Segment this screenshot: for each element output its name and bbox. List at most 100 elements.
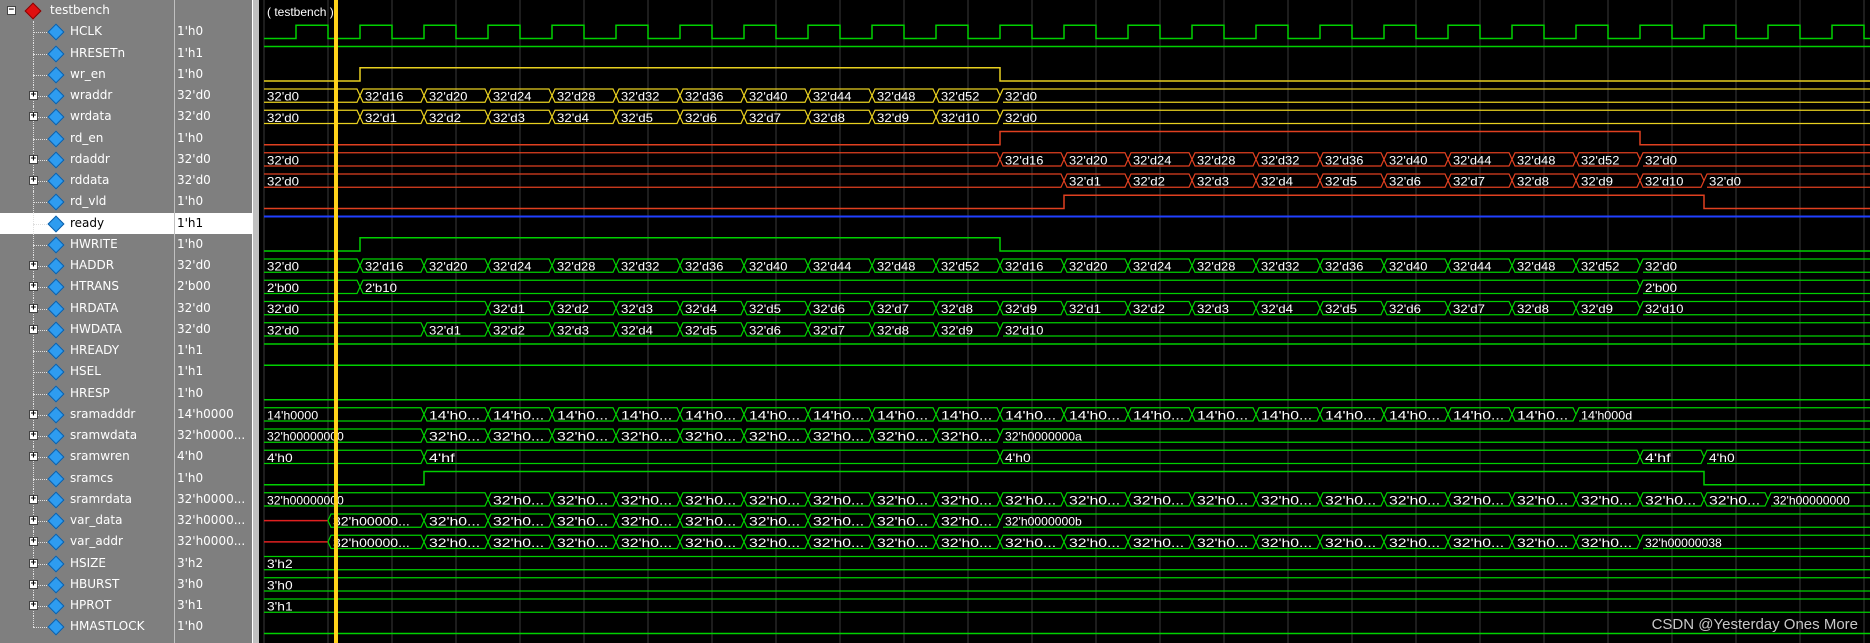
signal-value-rddata[interactable]: 32'd0 (175, 170, 252, 191)
signal-row-sramadddr[interactable]: + sramadddr (0, 403, 174, 425)
signal-row-sramrdata[interactable]: + sramrdata (0, 488, 174, 510)
signal-value-sramrdata[interactable]: 32'h0000... (175, 489, 252, 510)
signal-row-rddata[interactable]: + rddata (0, 170, 174, 192)
bus-value-label: 32'd9 (1581, 302, 1613, 316)
signal-value-hrdata[interactable]: 32'd0 (175, 298, 252, 319)
waveform-canvas[interactable]: ( testbench ) 32'd0 32'd16 32'd20 32'd24 32'd… (259, 0, 1870, 643)
tree-line (33, 351, 49, 352)
signal-row-htrans[interactable]: + HTRANS (0, 276, 174, 298)
signal-row-hmastlock[interactable]: HMASTLOCK (0, 616, 174, 637)
signal-row-var_data[interactable]: + var_data (0, 510, 174, 532)
signal-row-hburst[interactable]: + HBURST (0, 573, 174, 595)
waveform-pane[interactable]: ( testbench ) 32'd0 32'd16 32'd20 32'd24 32'd… (259, 0, 1870, 643)
expand-icon[interactable]: + (29, 494, 38, 504)
bus-value-label: 32'd24 (493, 260, 532, 274)
bus-value-label: 32'h0... (621, 536, 672, 550)
expand-icon[interactable]: + (29, 303, 38, 313)
expand-icon[interactable]: + (29, 282, 38, 292)
expand-icon[interactable]: + (29, 176, 38, 185)
signal-value-rd_en[interactable]: 1'h0 (175, 128, 252, 149)
signal-value-sramadddr[interactable]: 14'h0000 (175, 404, 252, 425)
signal-row-rd_vld[interactable]: rd_vld (0, 191, 174, 213)
signal-row-hsize[interactable]: + HSIZE (0, 552, 174, 574)
signal-value-var_addr[interactable]: 32'h0000... (175, 531, 252, 552)
signal-row-ready[interactable]: ready (0, 212, 174, 234)
expand-icon[interactable]: + (29, 579, 38, 589)
expand-icon[interactable]: + (29, 431, 38, 440)
signal-value-hsize[interactable]: 3'h2 (175, 553, 252, 574)
signal-row-var_addr[interactable]: + var_addr (0, 531, 174, 553)
bus-value-label: 32'h0... (877, 536, 928, 550)
bus-value-label: 32'd28 (1197, 153, 1236, 167)
signal-value-wrdata[interactable]: 32'd0 (175, 106, 252, 127)
bus-value-label: 32'h0... (749, 536, 800, 550)
signal-value-wr_en[interactable]: 1'h0 (175, 64, 252, 85)
signal-value-hready[interactable]: 1'h1 (175, 340, 252, 361)
expand-icon[interactable]: + (29, 409, 38, 419)
bus-value-label: 32'h0... (1197, 536, 1248, 550)
bus-value-label: 32'h0... (813, 430, 864, 444)
signal-row-sramwren[interactable]: + sramwren (0, 446, 174, 468)
signal-value-hburst[interactable]: 3'h0 (175, 574, 252, 595)
signal-value-hwrite[interactable]: 1'h0 (175, 234, 252, 255)
signal-value-hresetn[interactable]: 1'h1 (175, 43, 252, 64)
signal-value-ready[interactable]: 1'h1 (175, 212, 252, 234)
expand-icon[interactable]: + (29, 537, 38, 547)
bus-value-label: 32'h0... (621, 430, 672, 444)
signal-value-hclk[interactable]: 1'h0 (175, 21, 252, 42)
signal-row-hready[interactable]: HREADY (0, 340, 174, 362)
expand-icon[interactable]: + (29, 91, 38, 100)
expand-icon[interactable]: + (29, 516, 38, 525)
bus-value-label: 32'd0 (1645, 260, 1677, 274)
collapse-icon[interactable]: − (7, 6, 16, 15)
signal-value-hprot[interactable]: 3'h1 (175, 595, 252, 616)
expand-icon[interactable]: + (29, 601, 38, 610)
signal-row-hwdata[interactable]: + HWDATA (0, 318, 174, 340)
expand-icon[interactable]: + (29, 452, 38, 462)
signal-diamond-icon (47, 66, 65, 84)
root-row-testbench[interactable]: − testbench (0, 0, 174, 21)
signal-value-htrans[interactable]: 2'b00 (175, 276, 252, 297)
signal-row-rdaddr[interactable]: + rdaddr (0, 148, 174, 170)
signal-row-rd_en[interactable]: rd_en (0, 127, 174, 149)
bus-value-label: 32'd16 (1005, 153, 1044, 167)
signal-diamond-icon (47, 45, 65, 62)
signal-value-rdaddr[interactable]: 32'd0 (175, 149, 252, 170)
root-label: testbench (50, 3, 110, 17)
bus-value-label: 32'h0... (1261, 493, 1312, 507)
signal-row-hsel[interactable]: HSEL (0, 361, 174, 383)
expand-icon[interactable]: + (29, 261, 38, 270)
bus-value-label: 32'h0... (1197, 493, 1248, 507)
signal-row-wr_en[interactable]: wr_en (0, 63, 174, 85)
signal-row-hresp[interactable]: HRESP (0, 382, 174, 404)
signal-row-sramcs[interactable]: sramcs (0, 467, 174, 489)
signal-row-haddr[interactable]: + HADDR (0, 255, 174, 277)
signal-row-wraddr[interactable]: + wraddr (0, 85, 174, 107)
signal-value-hwdata[interactable]: 32'd0 (175, 319, 252, 340)
expand-icon[interactable]: + (29, 324, 38, 334)
signal-value-hsel[interactable]: 1'h1 (175, 361, 252, 382)
signal-row-hrdata[interactable]: + HRDATA (0, 297, 174, 319)
signal-value-haddr[interactable]: 32'd0 (175, 255, 252, 276)
expand-icon[interactable]: + (29, 112, 38, 122)
signal-value-hresp[interactable]: 1'h0 (175, 383, 252, 404)
signal-row-hwrite[interactable]: HWRITE (0, 233, 174, 255)
bus-segment (264, 555, 1870, 571)
signal-row-wrdata[interactable]: + wrdata (0, 106, 174, 128)
signal-value-var_data[interactable]: 32'h0000... (175, 510, 252, 531)
bus-value-label: 32'h0... (1005, 493, 1056, 507)
bus-value-label: 32'd32 (621, 260, 660, 274)
bus-value-label: 32'h0... (1325, 536, 1376, 550)
signal-value-hmastlock[interactable]: 1'h0 (175, 616, 252, 637)
signal-row-hresetn[interactable]: HRESETn (0, 42, 174, 64)
signal-row-sramwdata[interactable]: + sramwdata (0, 425, 174, 447)
expand-icon[interactable]: + (29, 558, 38, 568)
signal-value-sramwdata[interactable]: 32'h0000... (175, 425, 252, 446)
signal-value-sramcs[interactable]: 1'h0 (175, 468, 252, 489)
signal-row-hprot[interactable]: + HPROT (0, 595, 174, 617)
signal-value-rd_vld[interactable]: 1'h0 (175, 191, 252, 212)
signal-row-hclk[interactable]: HCLK (0, 21, 174, 43)
signal-value-wraddr[interactable]: 32'd0 (175, 85, 252, 106)
signal-value-sramwren[interactable]: 4'h0 (175, 446, 252, 467)
expand-icon[interactable]: + (29, 154, 38, 164)
